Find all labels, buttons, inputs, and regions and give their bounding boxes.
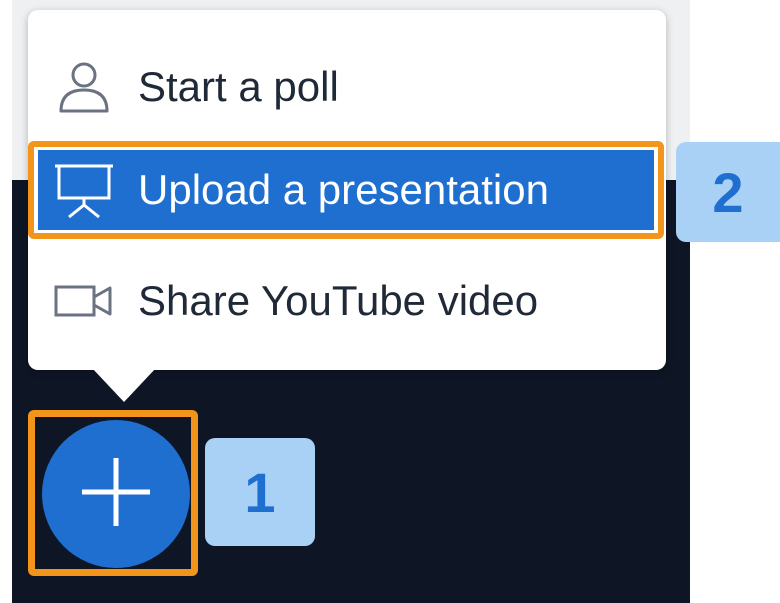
menu-item-label: Share YouTube video: [138, 277, 539, 324]
presentation-icon: [54, 160, 114, 220]
menu-item-share-youtube[interactable]: Share YouTube video: [28, 256, 666, 346]
menu-item-label: Upload a presentation: [138, 166, 549, 213]
menu-item-start-poll[interactable]: Start a poll: [28, 42, 666, 132]
menu-item-label: Start a poll: [138, 63, 339, 110]
add-action-button[interactable]: [42, 420, 190, 568]
step-1-badge: 1: [205, 438, 315, 546]
video-camera-icon: [54, 271, 114, 331]
menu-item-upload-presentation[interactable]: Upload a presentation: [38, 150, 654, 230]
user-icon: [54, 57, 114, 117]
plus-icon: [76, 452, 156, 537]
step-2-badge: 2: [676, 142, 780, 242]
menu-pointer: [92, 368, 156, 402]
